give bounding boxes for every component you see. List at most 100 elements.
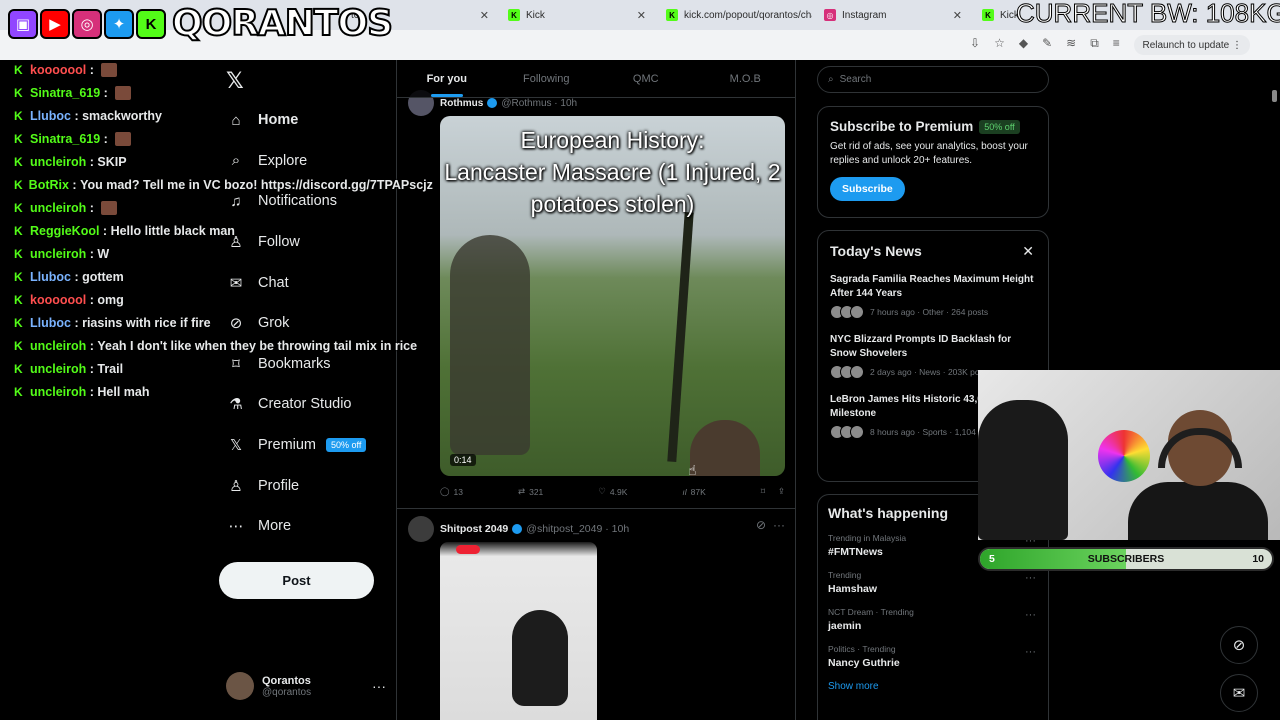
reply-count: 13 — [453, 486, 463, 497]
caption-line: Lancaster Massacre (1 Injured, 2 potatoe… — [444, 159, 781, 217]
chat-username[interactable]: kooooool — [30, 63, 86, 77]
tab-following[interactable]: Following — [497, 60, 597, 97]
subscribe-button[interactable]: Subscribe — [830, 177, 905, 201]
share-icon[interactable]: ⇪ — [778, 486, 785, 497]
divider — [397, 508, 795, 509]
news-item[interactable]: Sagrada Familia Reaches Maximum Height A… — [830, 273, 1036, 319]
tweet-handle[interactable]: @shitpost_2049 — [526, 523, 602, 535]
more-icon[interactable]: ··· — [1025, 609, 1036, 621]
close-icon[interactable]: ✕ — [631, 9, 646, 22]
chat-colon: : — [70, 269, 83, 284]
nav-label: Premium — [258, 437, 317, 454]
media-icon[interactable]: ≡ — [1113, 36, 1120, 51]
nav-item-profile[interactable]: ♙ Profile — [226, 465, 396, 506]
bookmark-button[interactable]: ⌑ ⇪ — [761, 486, 785, 497]
chat-username[interactable]: uncleiroh — [30, 247, 86, 261]
kick-icon: K — [14, 246, 23, 261]
chat-text: Hell mah — [97, 384, 150, 399]
close-icon[interactable]: ✕ — [947, 9, 962, 22]
kick-icon: K — [14, 85, 23, 100]
chat-username[interactable]: uncleiroh — [30, 385, 86, 399]
chat-username[interactable]: uncleiroh — [30, 155, 86, 169]
caption-line: European History: — [520, 127, 705, 153]
reply-button[interactable]: ◯ 13 — [440, 486, 463, 497]
chat-username[interactable]: uncleiroh — [30, 362, 86, 376]
tweet-handle[interactable]: @Rothmus — [501, 98, 551, 109]
chat-username[interactable]: Sinatra_619 — [30, 86, 100, 100]
browser-tab[interactable]: K Kick ✕ — [502, 3, 652, 27]
post-button[interactable]: Post — [219, 562, 374, 599]
chat-username[interactable]: Lluboc — [30, 109, 71, 123]
chat-username[interactable]: ReggieKool — [30, 224, 99, 238]
scrollbar[interactable] — [1272, 90, 1277, 102]
account-name: Qorantos — [262, 674, 311, 687]
kick-icon: K — [508, 9, 520, 21]
chat-username[interactable]: Lluboc — [30, 270, 71, 284]
news-headline: NYC Blizzard Prompts ID Backlash for Sno… — [830, 334, 1012, 359]
grok-icon[interactable]: ⊘ — [756, 518, 766, 532]
close-icon[interactable]: ✕ — [474, 9, 489, 22]
show-more-link[interactable]: Show more — [828, 681, 1038, 692]
chat-username[interactable]: Sinatra_619 — [30, 132, 100, 146]
tweet-actions: ◯ 13 ⇄ 321 ♡ 4.9K ıl 87K ⌑ ⇪ — [440, 486, 785, 497]
repost-button[interactable]: ⇄ 321 — [518, 486, 543, 497]
chat-colon: : — [86, 361, 98, 376]
tweet-header: Shitpost 2049 @shitpost_2049 · 10h — [408, 516, 629, 542]
video-figure — [450, 235, 530, 455]
messages-button[interactable]: ✉ — [1220, 674, 1258, 712]
trend-context: NCT Dream · Trending — [828, 607, 914, 617]
avatar[interactable] — [408, 516, 434, 542]
chat-username[interactable]: kooooool — [30, 293, 86, 307]
chat-message: Kkooooool : — [0, 58, 420, 81]
star-icon[interactable]: ☆ — [994, 36, 1005, 51]
grok-button[interactable]: ⊘ — [1220, 626, 1258, 664]
chat-text: riasins with rice if fire — [82, 315, 211, 330]
kick-icon: K — [14, 131, 23, 146]
stream-logo: ▣ ▶ ◎ ✦ K QORANTOS — [8, 5, 394, 43]
chat-username[interactable]: uncleiroh — [30, 339, 86, 353]
more-icon[interactable]: ··· — [372, 678, 386, 694]
browser-tab[interactable]: K Kick — [976, 3, 1020, 27]
trend-name: Hamshaw — [828, 583, 878, 595]
more-icon[interactable]: ··· — [1025, 646, 1036, 658]
tab-qmc[interactable]: QMC — [596, 60, 696, 97]
extension-icon[interactable]: ≋ — [1066, 36, 1076, 51]
news-meta: 8 hours ago · Sports · 1,104 p — [870, 427, 983, 437]
timeline-tabs: For you Following QMC M.O.B — [397, 60, 795, 98]
more-icon[interactable]: ··· — [1025, 572, 1036, 584]
tweet-author[interactable]: Shitpost 2049 — [440, 523, 508, 535]
trend-item[interactable]: NCT Dream · Trending jaemin ··· — [828, 607, 1038, 632]
like-button[interactable]: ♡ 4.9K — [598, 486, 627, 497]
trend-item[interactable]: Politics · Trending Nancy Guthrie ··· — [828, 644, 1038, 669]
extension-icon[interactable]: ✎ — [1042, 36, 1052, 51]
chat-username[interactable]: uncleiroh — [30, 201, 86, 215]
nav-item-more[interactable]: ⋯ More — [226, 506, 396, 547]
search-input[interactable]: ⌕ Search — [817, 66, 1049, 93]
chat-message: Kuncleiroh : W — [0, 242, 420, 265]
chat-message: Kuncleiroh : Trail — [0, 357, 420, 380]
tab-m-o-b[interactable]: M.O.B — [696, 60, 796, 97]
trend-item[interactable]: Trending Hamshaw ··· — [828, 570, 1038, 595]
more-icon[interactable]: ··· — [773, 518, 785, 532]
browser-tab[interactable]: Kkick.com/popout/qorantos/cha✕ — [660, 3, 812, 27]
kick-icon: K — [14, 315, 23, 330]
chat-username[interactable]: BotRix — [29, 178, 69, 192]
relaunch-button[interactable]: Relaunch to update ⋮ — [1134, 35, 1250, 55]
account-switcher[interactable]: Qorantos @qorantos ··· — [226, 672, 386, 700]
chat-username[interactable]: Lluboc — [30, 316, 71, 330]
puzzle-icon[interactable]: ⧉ — [1090, 36, 1099, 51]
chat-text: Yeah I don't like when they be throwing … — [97, 338, 418, 353]
install-icon[interactable]: ⇩ — [970, 36, 980, 51]
emote-icon — [115, 131, 132, 146]
close-icon[interactable]: ✕ — [1022, 243, 1034, 260]
extension-icon[interactable]: ◆ — [1019, 36, 1028, 51]
nav-item-premium[interactable]: 𝕏 Premium 50% off — [226, 425, 396, 466]
like-count: 4.9K — [609, 486, 628, 497]
reply-icon: ◯ — [440, 486, 450, 496]
browser-tab[interactable]: ◎ Instagram ✕ — [818, 3, 968, 27]
repost-icon: ⇄ — [517, 486, 526, 496]
tweet-author[interactable]: Rothmus — [440, 98, 483, 109]
kick-icon: K — [14, 361, 23, 376]
views-button[interactable]: ıl 87K — [682, 486, 705, 497]
chat-message: Kuncleiroh : SKIP — [0, 150, 420, 173]
